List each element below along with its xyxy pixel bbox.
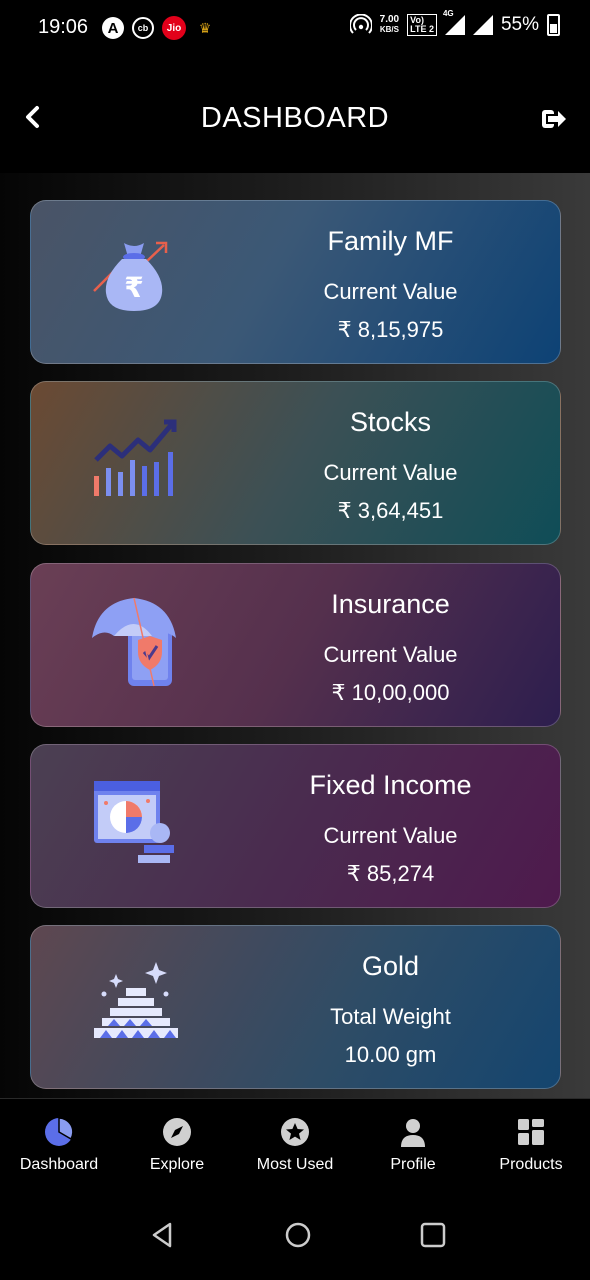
network-type: 4G	[442, 9, 454, 18]
card-subtitle: Total Weight	[330, 1004, 451, 1029]
card-title: Family MF	[327, 226, 454, 256]
card-subtitle: Current Value	[323, 823, 458, 848]
money-bag-growth-icon: ₹	[93, 241, 168, 311]
bottom-nav: Dashboard Explore Most Used Profile Prod…	[0, 1098, 590, 1190]
battery-icon	[547, 14, 560, 36]
logout-button[interactable]	[540, 106, 568, 132]
app-cb-icon: cb	[132, 17, 154, 39]
app-a-icon: A	[102, 17, 124, 39]
signal-4g-icon: 4G	[443, 9, 465, 35]
insurance-umbrella-icon	[92, 597, 176, 687]
user-icon	[401, 1119, 425, 1147]
system-back-icon[interactable]	[148, 1220, 178, 1250]
card-text: Fixed Income Current Value ₹ 85,274	[221, 745, 560, 907]
nav-dashboard[interactable]: Dashboard	[0, 1099, 118, 1191]
volte-badge: Vo) LTE 2	[407, 14, 437, 36]
card-title: Stocks	[349, 407, 432, 437]
notification-icons: A cb Jio ♛	[102, 16, 216, 40]
stocks-chart-icon	[94, 419, 177, 496]
nav-explore[interactable]: Explore	[118, 1099, 236, 1191]
nav-profile[interactable]: Profile	[354, 1099, 472, 1191]
card-title: Fixed Income	[309, 770, 472, 800]
network-speed: 7.00 KB/S	[380, 15, 399, 35]
card-value: 10.00 gm	[344, 1042, 437, 1067]
card-fixed-income[interactable]: Fixed Income Current Value ₹ 85,274	[30, 744, 561, 908]
dashboard-content: ₹ Family MF Current Value ₹ 8,15,975 Sto…	[0, 173, 590, 1098]
system-nav-bar	[0, 1190, 590, 1280]
pie-chart-icon	[45, 1117, 74, 1146]
gold-bars-icon	[94, 962, 178, 1038]
status-bar: 19:06 A cb Jio ♛ 7.00 KB/S Vo) LTE 2 4G …	[0, 0, 590, 58]
volte-bottom: LTE 2	[410, 24, 434, 34]
battery-percent: 55%	[500, 14, 539, 35]
nav-label: Most Used	[256, 1156, 334, 1173]
nav-products[interactable]: Products	[472, 1099, 590, 1191]
hotspot-icon	[349, 14, 372, 34]
fixed-income-icon	[94, 781, 174, 863]
card-value: ₹ 8,15,975	[337, 317, 444, 342]
card-title: Gold	[361, 951, 420, 981]
card-value: ₹ 3,64,451	[337, 498, 444, 523]
card-text: Gold Total Weight 10.00 gm	[221, 926, 560, 1088]
card-text: Stocks Current Value ₹ 3,64,451	[221, 382, 560, 544]
status-time: 19:06	[38, 16, 89, 38]
card-value: ₹ 85,274	[346, 861, 435, 886]
card-subtitle: Current Value	[323, 279, 458, 304]
system-status-icons: 7.00 KB/S Vo) LTE 2 4G 55%	[349, 9, 560, 36]
nav-label: Products	[499, 1156, 563, 1173]
compass-icon	[163, 1118, 191, 1146]
grid-icon	[518, 1119, 544, 1145]
nav-label: Profile	[390, 1156, 436, 1173]
card-subtitle: Current Value	[323, 460, 458, 485]
card-value: ₹ 10,00,000	[331, 680, 450, 705]
star-icon	[281, 1118, 309, 1146]
signal-icon	[472, 15, 493, 35]
nav-label: Explore	[149, 1156, 205, 1173]
system-recents-icon[interactable]	[418, 1220, 448, 1250]
speed-value: 7.00	[379, 14, 400, 25]
nav-most-used[interactable]: Most Used	[236, 1099, 354, 1191]
card-text: Insurance Current Value ₹ 10,00,000	[221, 564, 560, 726]
card-stocks[interactable]: Stocks Current Value ₹ 3,64,451	[30, 381, 561, 545]
app-header: DASHBOARD	[0, 58, 590, 173]
rcb-icon: ♛	[198, 19, 212, 36]
card-insurance[interactable]: Insurance Current Value ₹ 10,00,000	[30, 563, 561, 727]
jio-icon: Jio	[162, 16, 186, 40]
nav-label: Dashboard	[19, 1156, 99, 1173]
card-gold[interactable]: Gold Total Weight 10.00 gm	[30, 925, 561, 1089]
card-subtitle: Current Value	[323, 642, 458, 667]
card-family-mf[interactable]: ₹ Family MF Current Value ₹ 8,15,975	[30, 200, 561, 364]
svg-text:₹: ₹	[124, 271, 143, 304]
card-title: Insurance	[331, 589, 450, 619]
system-home-icon[interactable]	[283, 1220, 313, 1250]
page-title: DASHBOARD	[200, 102, 390, 134]
speed-unit: KB/S	[379, 25, 399, 34]
card-text: Family MF Current Value ₹ 8,15,975	[221, 201, 560, 363]
